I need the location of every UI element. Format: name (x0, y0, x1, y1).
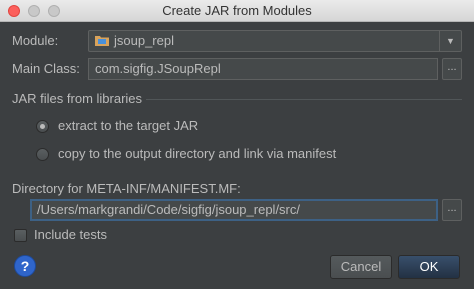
window-titlebar: Create JAR from Modules (0, 0, 474, 22)
module-combobox[interactable]: jsoup_repl ▼ (88, 30, 462, 52)
manifest-dir-field[interactable]: /Users/markgrandi/Code/sigfig/jsoup_repl… (30, 199, 438, 221)
ok-button[interactable]: OK (398, 255, 460, 279)
main-class-label: Main Class: (12, 61, 80, 76)
cancel-button[interactable]: Cancel (330, 255, 392, 279)
copy-radio[interactable] (36, 148, 49, 161)
include-tests-checkbox[interactable] (14, 229, 27, 242)
module-value: jsoup_repl (114, 33, 174, 48)
chevron-down-icon[interactable]: ▼ (439, 31, 461, 51)
extract-option-label[interactable]: extract to the target JAR (58, 118, 198, 133)
extract-radio[interactable] (36, 120, 49, 133)
radio-selected-dot (40, 124, 45, 129)
jar-section-title: JAR files from libraries (12, 91, 143, 106)
module-folder-icon (95, 36, 109, 46)
window-title: Create JAR from Modules (162, 3, 312, 18)
main-class-browse-button[interactable]: ... (442, 58, 462, 80)
main-class-field[interactable]: com.sigfig.JSoupRepl (88, 58, 438, 80)
section-divider (146, 99, 462, 100)
module-label: Module: (12, 33, 59, 48)
help-icon[interactable]: ? (14, 255, 36, 277)
manifest-dir-browse-button[interactable]: ... (442, 199, 462, 221)
copy-option-label[interactable]: copy to the output directory and link vi… (58, 146, 336, 161)
manifest-dir-label: Directory for META-INF/MANIFEST.MF: (12, 181, 241, 196)
include-tests-label[interactable]: Include tests (34, 227, 107, 242)
